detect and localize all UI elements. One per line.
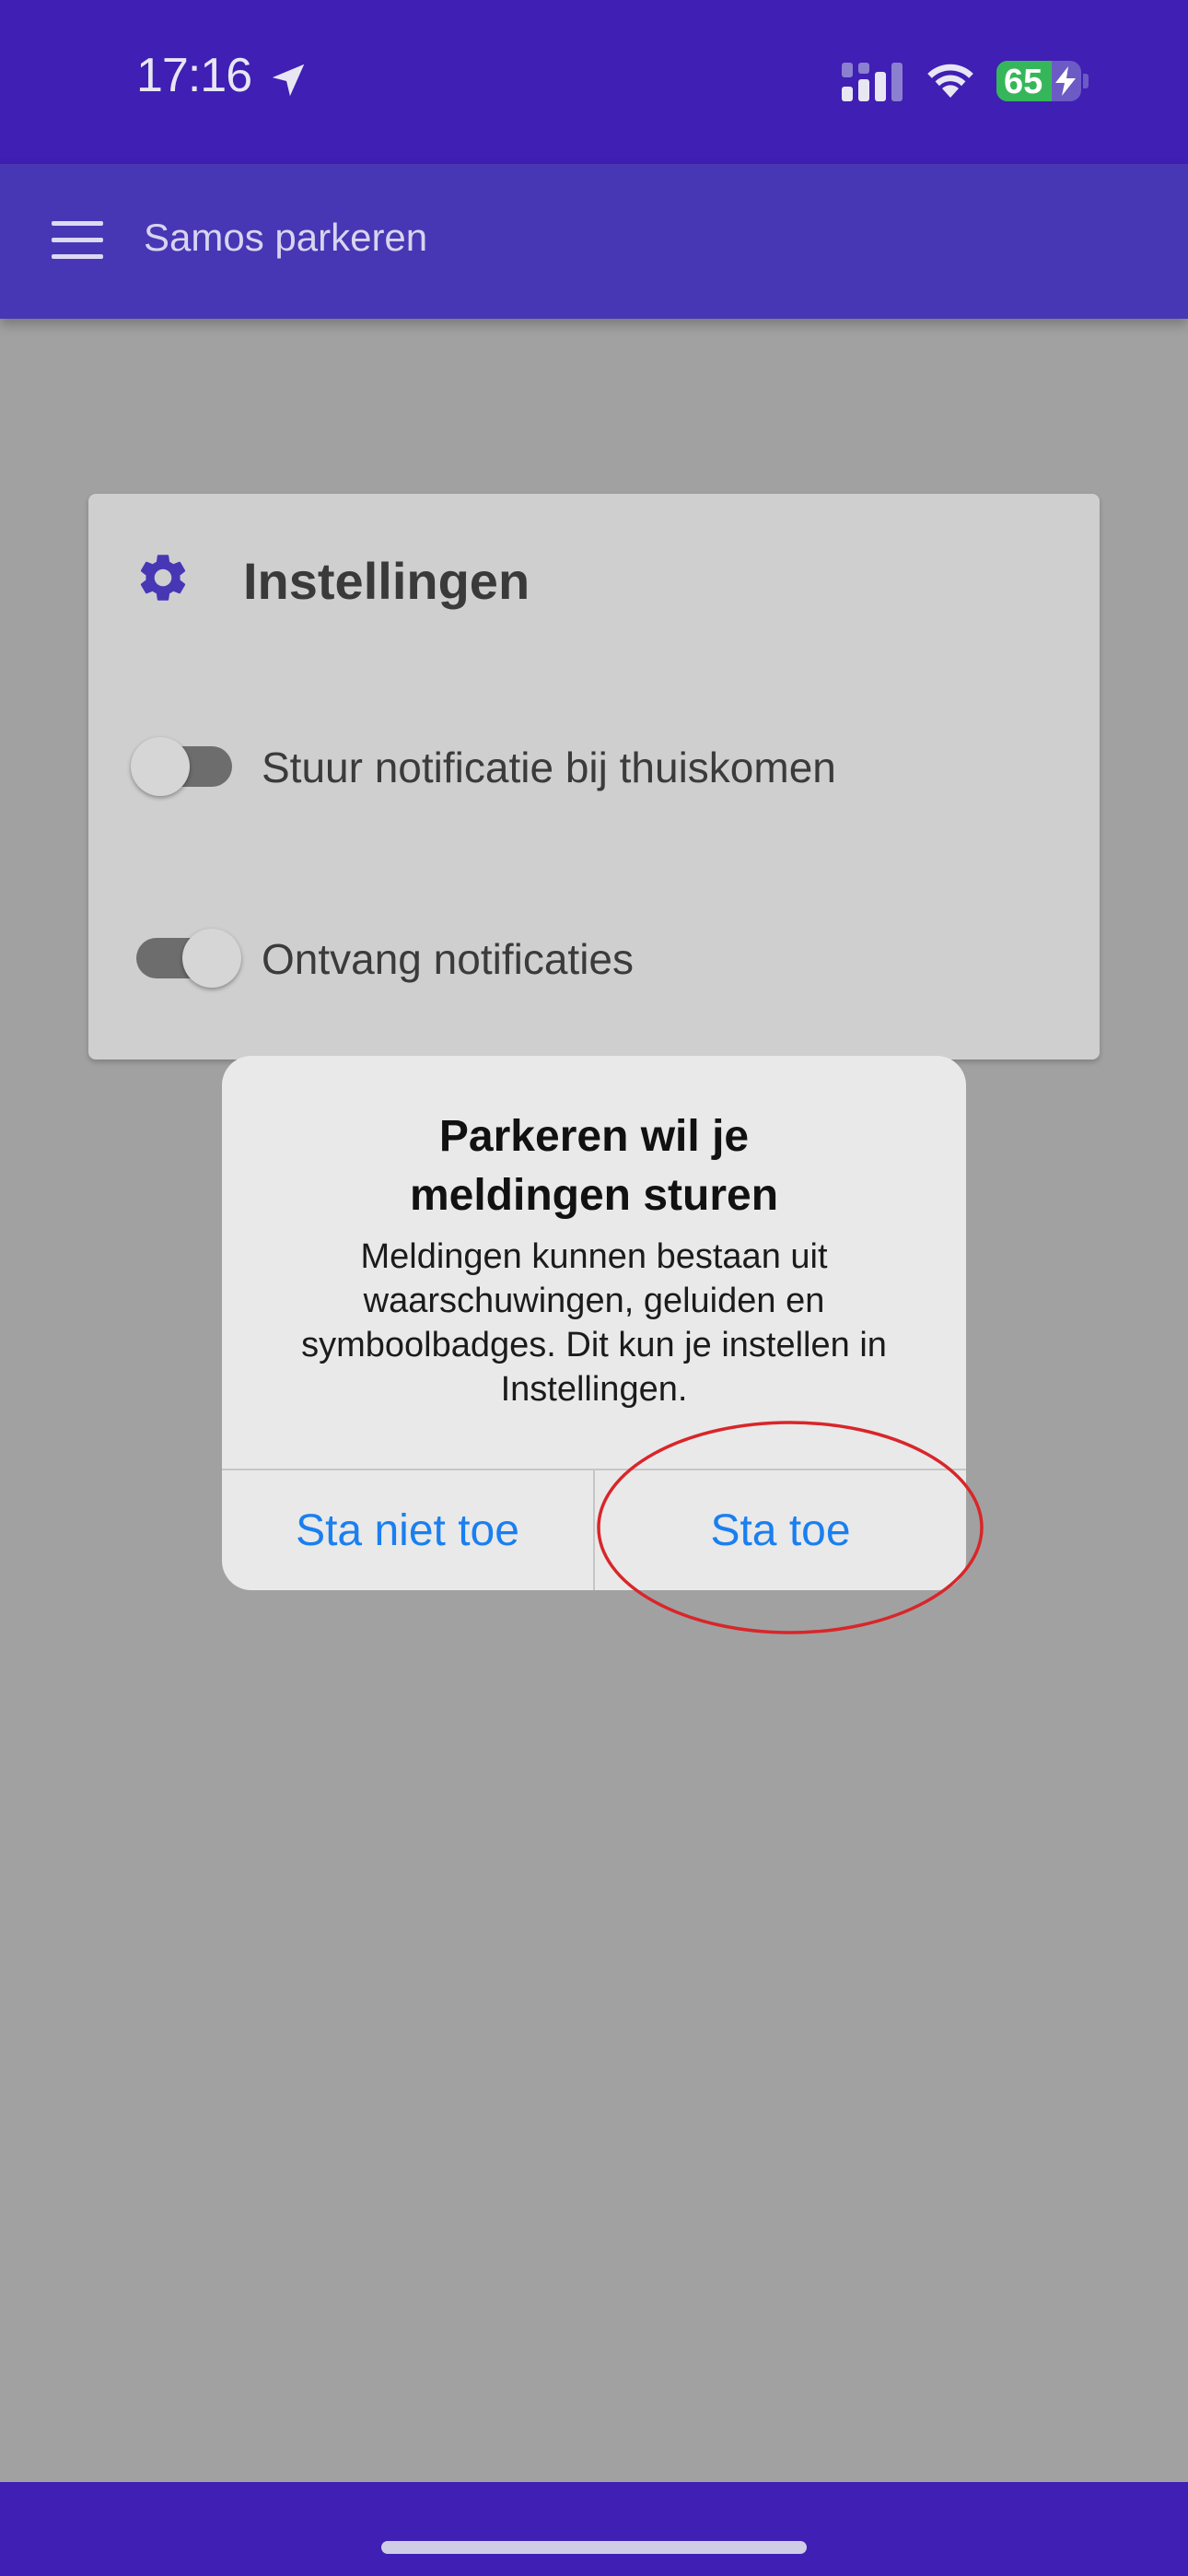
app-title: Samos parkeren [144, 216, 428, 259]
battery-indicator: 65 [996, 61, 1081, 101]
toggle-knob [182, 929, 241, 988]
deny-button[interactable]: Sta niet toe [222, 1470, 593, 1590]
app-bar: Samos parkeren [0, 164, 1188, 319]
dialog-message-line: symboolbadges. Dit kun je instellen in [301, 1326, 887, 1364]
card-title: Instellingen [243, 552, 530, 610]
toggle-row-receive-notifications: Ontvang notificaties [127, 923, 1048, 997]
dialog-message-line: Instellingen. [500, 1370, 688, 1409]
location-arrow-icon [272, 64, 305, 97]
notification-permission-dialog: Parkeren wil je meldingen sturen Melding… [222, 1056, 966, 1590]
battery-cap [1083, 74, 1089, 88]
toggle-knob [131, 737, 190, 796]
dialog-title-line: meldingen sturen [409, 1171, 779, 1220]
hamburger-menu-icon[interactable] [52, 221, 103, 260]
toggle-row-home-notification: Stuur notificatie bij thuiskomen [127, 732, 1048, 805]
bottom-bar [0, 2482, 1188, 2576]
gear-icon [140, 555, 186, 601]
settings-card: Instellingen Stuur notificatie bij thuis… [88, 494, 1100, 1060]
receive-notifications-toggle[interactable] [136, 929, 241, 988]
dialog-message-line: Meldingen kunnen bestaan uit [360, 1237, 828, 1276]
screen: 17:16 65 Samos parkeren Instellingen Stu… [0, 0, 1188, 2576]
status-bar: 17:16 65 [0, 0, 1188, 164]
receive-notifications-label: Ontvang notificaties [262, 935, 635, 983]
dialog-message: Meldingen kunnen bestaan uit waarschuwin… [259, 1235, 929, 1411]
dialog-message-line: waarschuwingen, geluiden en [363, 1282, 825, 1320]
wifi-icon [927, 64, 973, 98]
home-indicator[interactable] [381, 2541, 807, 2554]
dialog-title-line: Parkeren wil je [438, 1112, 750, 1161]
dialog-title: Parkeren wil je meldingen sturen [259, 1107, 929, 1225]
allow-button[interactable]: Sta toe [595, 1470, 966, 1590]
home-notification-label: Stuur notificatie bij thuiskomen [262, 744, 836, 791]
battery-percent: 65 [1004, 63, 1043, 101]
status-time: 17:16 [136, 49, 252, 102]
cellular-signal-icon [842, 63, 903, 101]
home-notification-toggle[interactable] [131, 737, 232, 796]
charging-bolt-icon [1055, 66, 1076, 96]
